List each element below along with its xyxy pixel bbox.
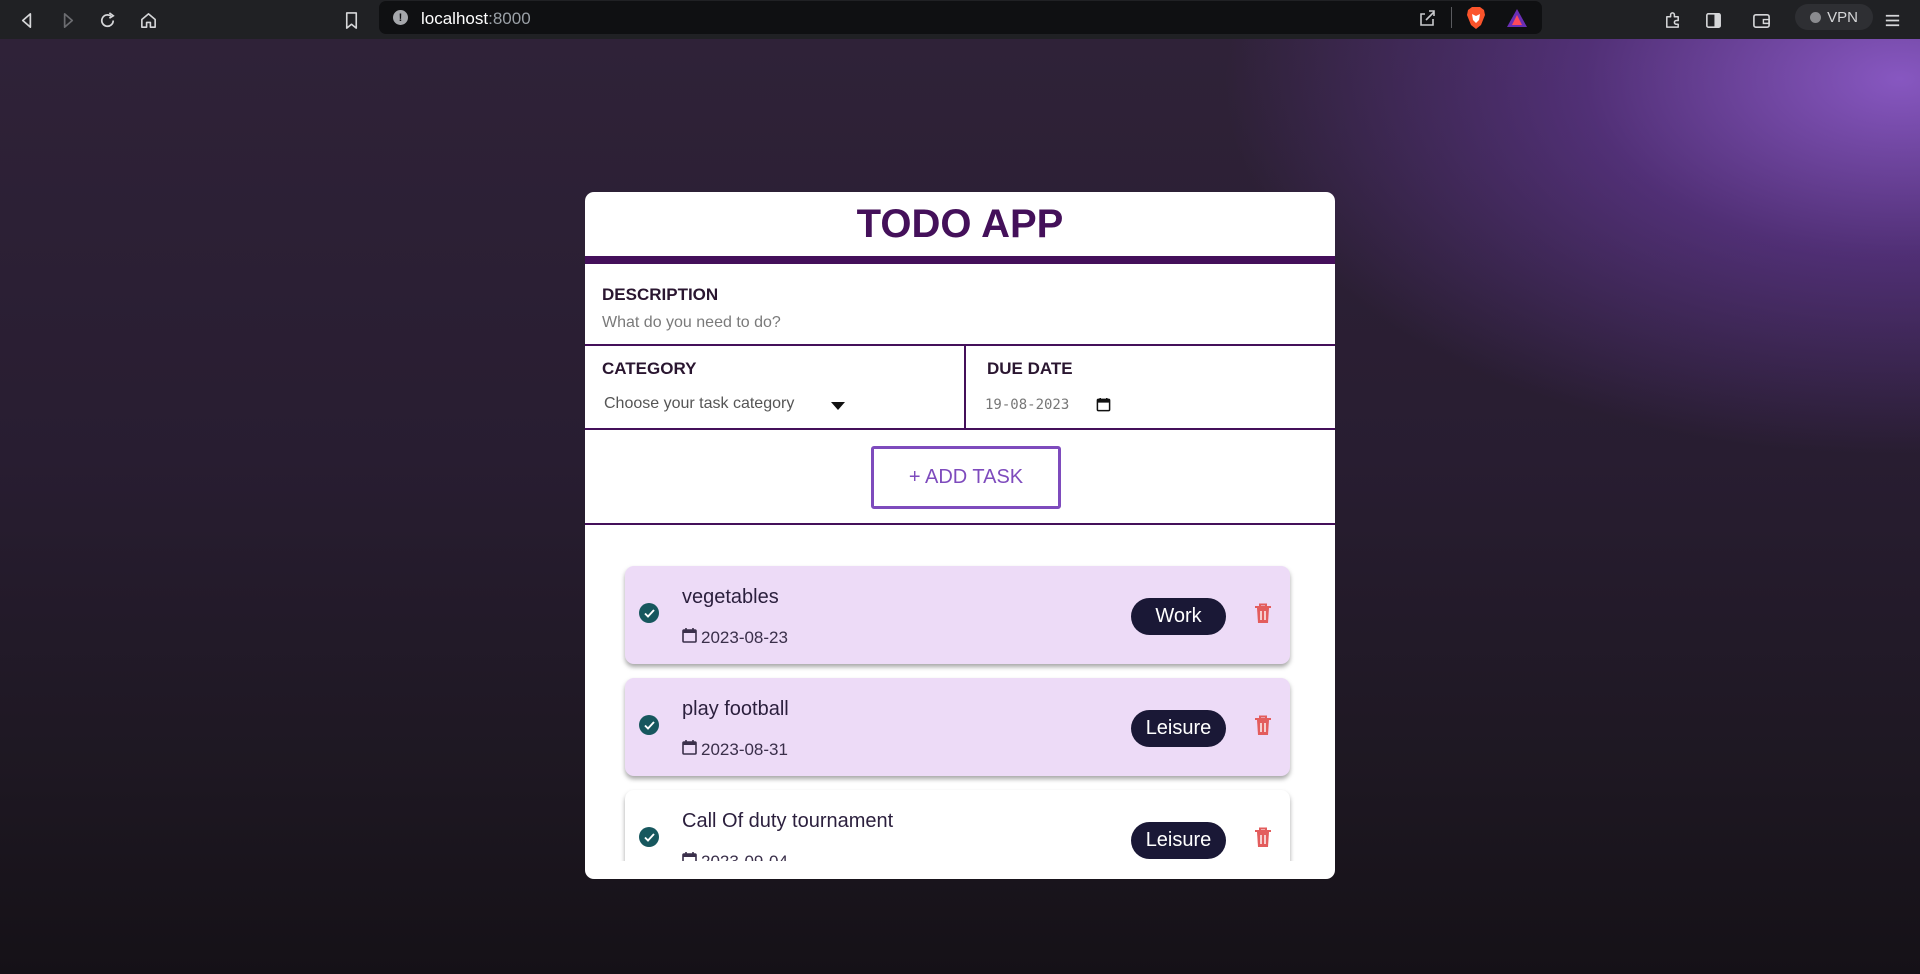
task-date-text: 2023-09-04 (701, 851, 788, 862)
address-bar[interactable]: ! localhost:8000 (379, 1, 1542, 34)
task-title: Call Of duty tournament (682, 810, 894, 832)
check-circle-icon[interactable] (639, 827, 659, 847)
trash-icon[interactable] (1254, 827, 1272, 853)
brave-rewards-icon[interactable] (1506, 8, 1528, 33)
site-info-icon[interactable]: ! (393, 10, 408, 25)
calendar-icon (682, 739, 697, 760)
add-task-row: + ADD TASK (585, 430, 1335, 525)
check-circle-icon[interactable] (639, 715, 659, 735)
vpn-label: VPN (1827, 8, 1858, 26)
url-text: localhost:8000 (421, 9, 531, 28)
task-list: vegetables 2023-08-23 Work play football (585, 525, 1335, 861)
check-circle-icon[interactable] (639, 603, 659, 623)
task-item: play football 2023-08-31 Leisure (625, 678, 1290, 776)
trash-icon[interactable] (1254, 715, 1272, 741)
description-section: DESCRIPTION (585, 264, 1335, 346)
wallet-icon[interactable] (1746, 5, 1776, 35)
task-title: play football (682, 698, 789, 720)
caret-down-icon[interactable] (831, 402, 845, 410)
task-date-text: 2023-08-23 (701, 627, 788, 647)
todo-card: TODO APP DESCRIPTION CATEGORY Choose you… (585, 192, 1335, 879)
browser-toolbar: ! localhost:8000 VPN (0, 0, 1920, 39)
task-date-text: 2023-08-31 (701, 739, 788, 759)
reload-icon[interactable] (92, 5, 122, 35)
due-date-input[interactable]: 19-08-2023 (985, 397, 1069, 413)
forward-icon[interactable] (52, 5, 82, 35)
toolbar-divider (1451, 7, 1452, 28)
menu-icon[interactable] (1877, 5, 1907, 35)
task-date: 2023-08-31 (682, 739, 788, 760)
title-divider (585, 256, 1335, 264)
category-date-row: CATEGORY Choose your task category DUE D… (585, 346, 1335, 430)
calendar-icon (682, 627, 697, 648)
add-task-button[interactable]: + ADD TASK (871, 446, 1061, 509)
bookmark-icon[interactable] (336, 5, 366, 35)
category-badge: Leisure (1131, 710, 1226, 747)
trash-icon[interactable] (1254, 603, 1272, 629)
page-background: TODO APP DESCRIPTION CATEGORY Choose you… (0, 39, 1920, 974)
category-select[interactable]: Choose your task category (604, 395, 794, 413)
calendar-picker-icon[interactable] (1096, 397, 1111, 417)
extensions-icon[interactable] (1657, 5, 1687, 35)
calendar-icon (682, 851, 697, 861)
due-date-section: DUE DATE 19-08-2023 (966, 346, 1335, 428)
task-title: vegetables (682, 586, 779, 608)
share-icon[interactable] (1417, 8, 1437, 33)
category-section: CATEGORY Choose your task category (585, 346, 966, 428)
vpn-status-icon (1810, 11, 1822, 23)
category-label: CATEGORY (602, 359, 697, 378)
sidebar-icon[interactable] (1698, 5, 1728, 35)
back-icon[interactable] (12, 5, 42, 35)
description-label: DESCRIPTION (602, 285, 719, 304)
category-badge: Leisure (1131, 822, 1226, 859)
vpn-button[interactable]: VPN (1795, 4, 1873, 30)
task-date: 2023-08-23 (682, 627, 788, 648)
task-item: vegetables 2023-08-23 Work (625, 566, 1290, 664)
home-icon[interactable] (133, 5, 163, 35)
task-date: 2023-09-04 (682, 851, 788, 861)
description-input[interactable] (600, 310, 1304, 336)
page-title: TODO APP (856, 202, 1064, 246)
task-item: Call Of duty tournament 2023-09-04 Leisu… (625, 790, 1290, 861)
category-badge: Work (1131, 598, 1226, 635)
due-date-label: DUE DATE (987, 359, 1073, 378)
brave-shield-icon[interactable] (1465, 6, 1487, 35)
